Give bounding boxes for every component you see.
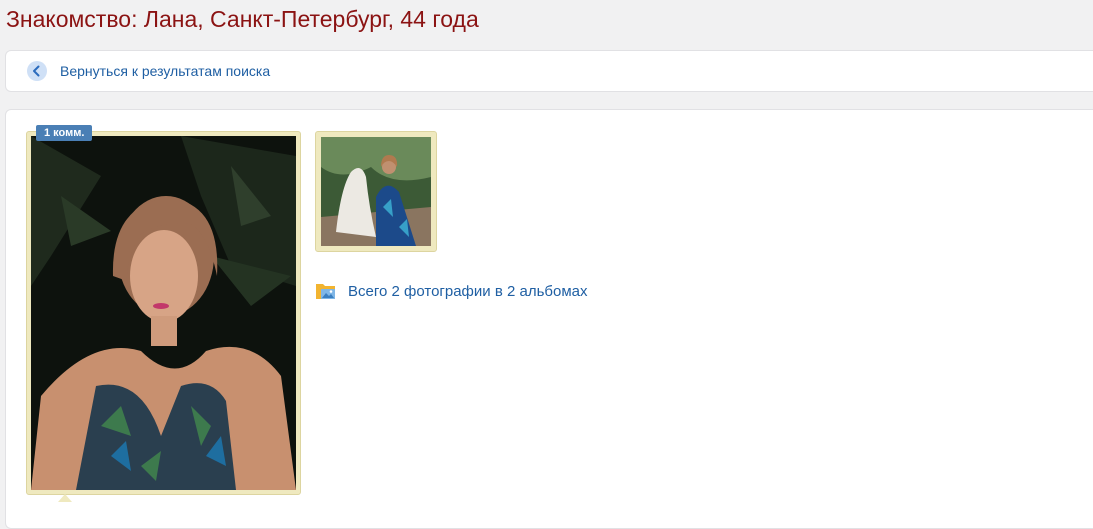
back-navigation-bar: Вернуться к результатам поиска <box>5 50 1093 92</box>
comments-count-badge[interactable]: 1 комм. <box>36 125 93 141</box>
main-profile-photo[interactable] <box>26 131 301 495</box>
page-title: Знакомство: Лана, Санкт-Петербург, 44 го… <box>6 6 479 32</box>
main-photo-image <box>31 136 296 490</box>
back-to-search-link[interactable]: Вернуться к результатам поиска <box>60 63 270 79</box>
profile-photos-panel: 1 комм. Всего 2 фотографии в 2 альбомах <box>5 109 1093 529</box>
chevron-left-icon[interactable] <box>27 61 47 81</box>
all-photos-albums-link[interactable]: Всего 2 фотографии в 2 альбомах <box>348 283 587 300</box>
thumbnail-image <box>321 137 431 246</box>
folder-photo-icon <box>315 280 337 302</box>
selected-photo-pointer <box>58 494 72 502</box>
photo-thumbnail[interactable] <box>315 131 437 252</box>
